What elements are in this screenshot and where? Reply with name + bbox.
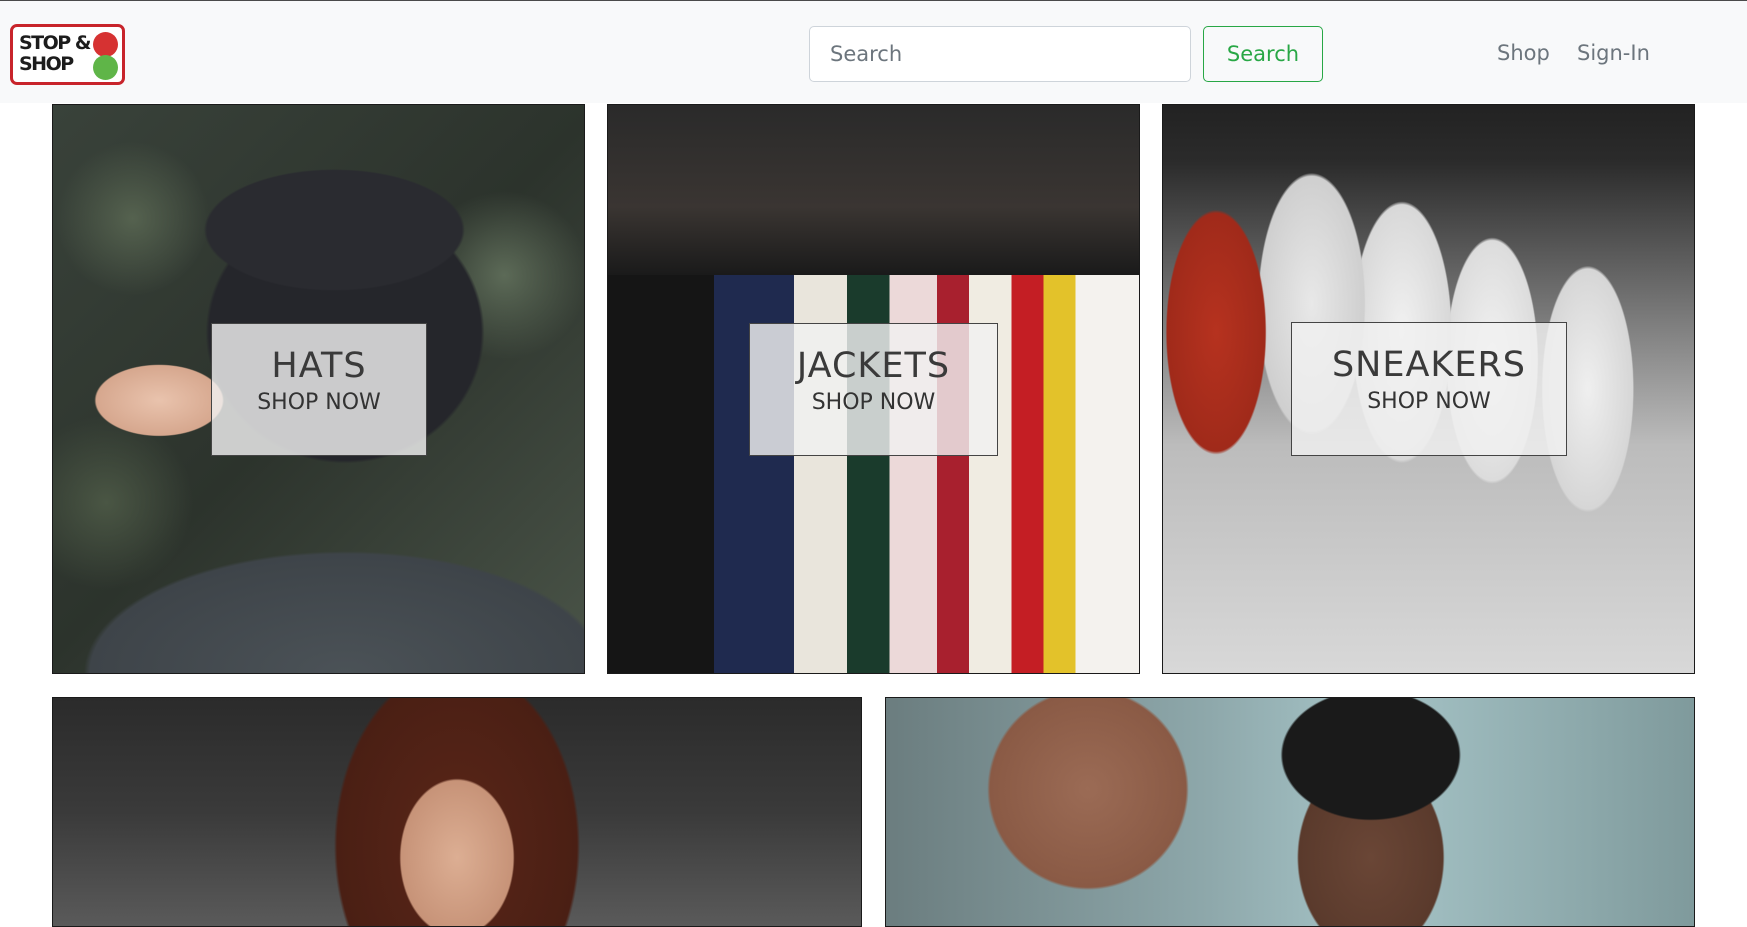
- category-tile-sneakers[interactable]: SNEAKERS SHOP NOW: [1162, 104, 1695, 674]
- brand-logo[interactable]: STOP & SHOP: [10, 24, 125, 85]
- category-label-box[interactable]: SNEAKERS SHOP NOW: [1291, 322, 1567, 456]
- category-label-box[interactable]: HATS SHOP NOW: [211, 323, 427, 456]
- search-input[interactable]: [809, 26, 1191, 82]
- shop-now-link[interactable]: SHOP NOW: [1292, 389, 1566, 415]
- category-tile-image-woman[interactable]: [52, 697, 862, 927]
- logo-red-dot-icon: [93, 32, 118, 57]
- category-label-box[interactable]: JACKETS SHOP NOW: [749, 323, 998, 456]
- navbar: STOP & SHOP Search Shop Sign-In: [0, 0, 1747, 103]
- category-tile-jackets[interactable]: JACKETS SHOP NOW: [607, 104, 1140, 674]
- category-title: HATS: [271, 346, 367, 386]
- category-title: SNEAKERS: [1331, 345, 1527, 385]
- shop-now-link[interactable]: SHOP NOW: [212, 390, 426, 416]
- logo-green-dot-icon: [93, 55, 118, 80]
- search-button[interactable]: Search: [1203, 26, 1323, 82]
- category-tile-hats[interactable]: HATS SHOP NOW: [52, 104, 585, 674]
- shop-now-link[interactable]: SHOP NOW: [750, 390, 997, 416]
- nav-link-sign-in[interactable]: Sign-In: [1577, 38, 1650, 68]
- category-tile-image-man[interactable]: [885, 697, 1695, 927]
- logo-text: STOP & SHOP: [19, 32, 91, 75]
- category-title: JACKETS: [796, 346, 951, 386]
- nav-link-shop[interactable]: Shop: [1497, 38, 1550, 68]
